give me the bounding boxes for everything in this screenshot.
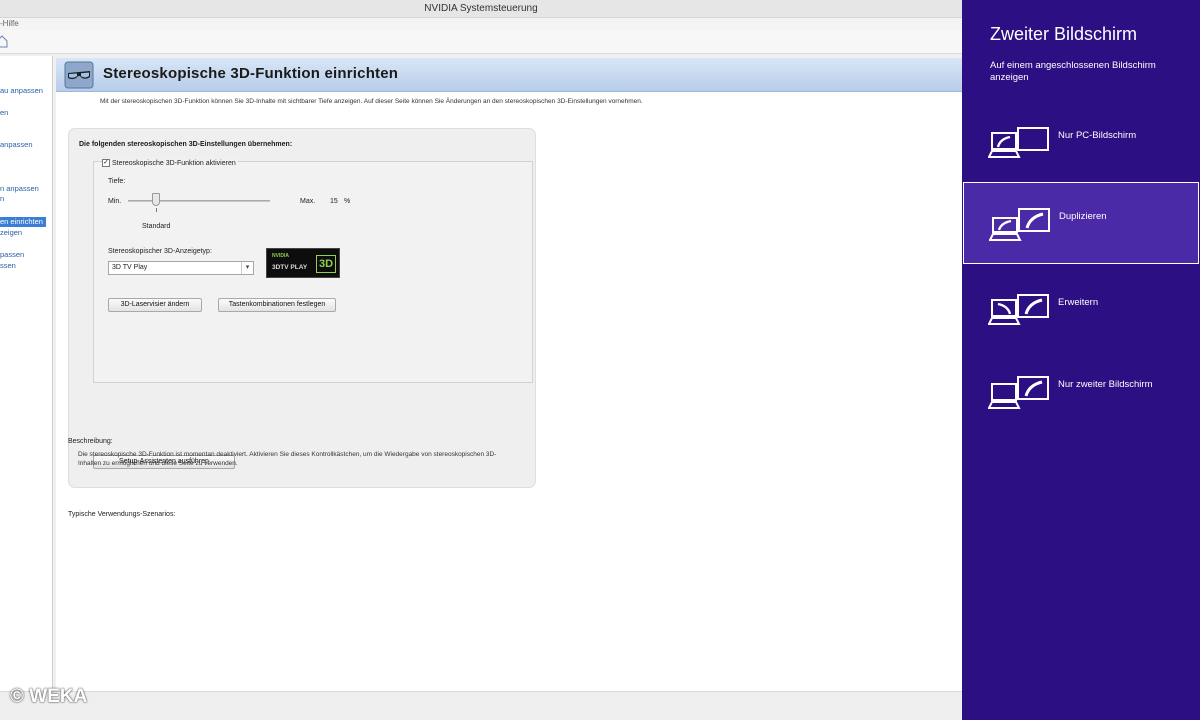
sidebar-item[interactable]: en bbox=[0, 108, 8, 118]
sidebar-item[interactable]: n bbox=[0, 194, 4, 204]
hotkeys-button[interactable]: Tastenkombinationen festlegen bbox=[218, 298, 336, 312]
enable-3d-checkbox[interactable]: ✓ Stereoskopische 3D-Funktion aktivieren bbox=[102, 159, 238, 167]
badge-3d-mark: 3D bbox=[316, 255, 336, 273]
option-pc-screen-only[interactable]: Nur PC-Bildschirm bbox=[962, 101, 1198, 183]
page-header: Stereoskopische 3D-Funktion einrichten bbox=[56, 58, 962, 92]
display-type-select[interactable]: 3D TV Play ▾ bbox=[108, 261, 254, 275]
description-heading: Beschreibung: bbox=[68, 438, 113, 445]
badge-brand: NVIDIA bbox=[272, 253, 289, 259]
sidebar-item[interactable]: passen bbox=[0, 250, 24, 260]
option-duplicate[interactable]: Duplizieren bbox=[963, 182, 1199, 264]
option-label: Nur PC-Bildschirm bbox=[1058, 130, 1137, 141]
option-label: Duplizieren bbox=[1059, 211, 1107, 222]
description-text: Die stereoskopische 3D-Funktion ist mome… bbox=[78, 451, 497, 467]
display-type-label: Stereoskopischer 3D-Anzeigetyp: bbox=[108, 248, 212, 255]
sidebar-item-selected-line2[interactable]: zeigen bbox=[0, 228, 22, 238]
depth-slider-track[interactable] bbox=[128, 200, 270, 202]
option-label: Erweitern bbox=[1058, 297, 1099, 308]
settings-heading: Die folgenden stereoskopischen 3D-Einste… bbox=[79, 141, 293, 148]
sidebar-tree: au anpassen en anpassen n anpassen n en … bbox=[0, 56, 53, 691]
sidebar-item[interactable]: au anpassen bbox=[0, 86, 43, 96]
sidebar-item-selected[interactable]: en einrichten bbox=[0, 217, 46, 227]
usage-heading: Typische Verwendungs-Szenarios: bbox=[68, 511, 176, 518]
page-title: Stereoskopische 3D-Funktion einrichten bbox=[103, 65, 399, 82]
second-screen-only-icon bbox=[988, 376, 1049, 409]
extend-icon bbox=[988, 294, 1049, 325]
sidebar-item[interactable]: anpassen bbox=[0, 140, 33, 150]
depth-value: 15 bbox=[330, 198, 338, 205]
option-label: Nur zweiter Bildschirm bbox=[1058, 379, 1153, 390]
status-bar bbox=[0, 691, 962, 720]
main-content: Stereoskopische 3D-Funktion einrichten M… bbox=[56, 58, 962, 691]
display-type-value: 3D TV Play bbox=[112, 264, 148, 271]
toolbar bbox=[0, 30, 962, 54]
second-screen-charm: Zweiter Bildschirm Auf einem angeschloss… bbox=[962, 0, 1200, 720]
enable-3d-label: Stereoskopische 3D-Funktion aktivieren bbox=[112, 159, 236, 167]
depth-slider-default-tick bbox=[156, 208, 157, 212]
sidebar-item[interactable]: ssen bbox=[0, 261, 16, 271]
nvidia-window: NVIDIA Systemsteuerung -Hilfe au anpasse… bbox=[0, 0, 962, 720]
window-title: NVIDIA Systemsteuerung bbox=[0, 0, 962, 18]
sidebar-item[interactable]: n anpassen bbox=[0, 184, 39, 194]
menu-bar: -Hilfe bbox=[0, 18, 962, 30]
charm-title: Zweiter Bildschirm bbox=[990, 24, 1138, 44]
option-second-screen-only[interactable]: Nur zweiter Bildschirm bbox=[962, 350, 1198, 432]
slider-default-label: Standard bbox=[142, 223, 171, 230]
badge-product: 3DTV PLAY bbox=[272, 264, 308, 271]
laser-sight-button[interactable]: 3D-Laservisier ändern bbox=[108, 298, 202, 312]
depth-unit: % bbox=[344, 198, 351, 205]
charm-subtitle: Auf einem angeschlossenen Bildschirm anz… bbox=[990, 60, 1156, 83]
3dtv-play-logo: NVIDIA 3DTV PLAY 3D bbox=[266, 248, 340, 278]
chevron-down-icon[interactable]: ▾ bbox=[241, 262, 253, 274]
slider-max-label: Max. bbox=[300, 198, 316, 205]
3d-glasses-icon bbox=[64, 61, 94, 89]
menu-help[interactable]: -Hilfe bbox=[0, 18, 19, 30]
depth-label: Tiefe: bbox=[108, 178, 126, 185]
slider-min-label: Min. bbox=[108, 198, 122, 205]
settings-panel: Die folgenden stereoskopischen 3D-Einste… bbox=[68, 128, 536, 488]
page-intro: Mit der stereoskopischen 3D-Funktion kön… bbox=[100, 98, 643, 105]
home-icon[interactable] bbox=[0, 34, 8, 48]
option-extend[interactable]: Erweitern bbox=[962, 268, 1198, 350]
checkbox-check-icon[interactable]: ✓ bbox=[102, 159, 110, 167]
settings-group: ✓ Stereoskopische 3D-Funktion aktivieren… bbox=[93, 159, 533, 383]
depth-slider-thumb[interactable] bbox=[152, 193, 160, 206]
pc-screen-only-icon bbox=[988, 127, 1049, 158]
duplicate-icon bbox=[989, 208, 1050, 241]
watermark: © WEKA bbox=[10, 686, 88, 707]
